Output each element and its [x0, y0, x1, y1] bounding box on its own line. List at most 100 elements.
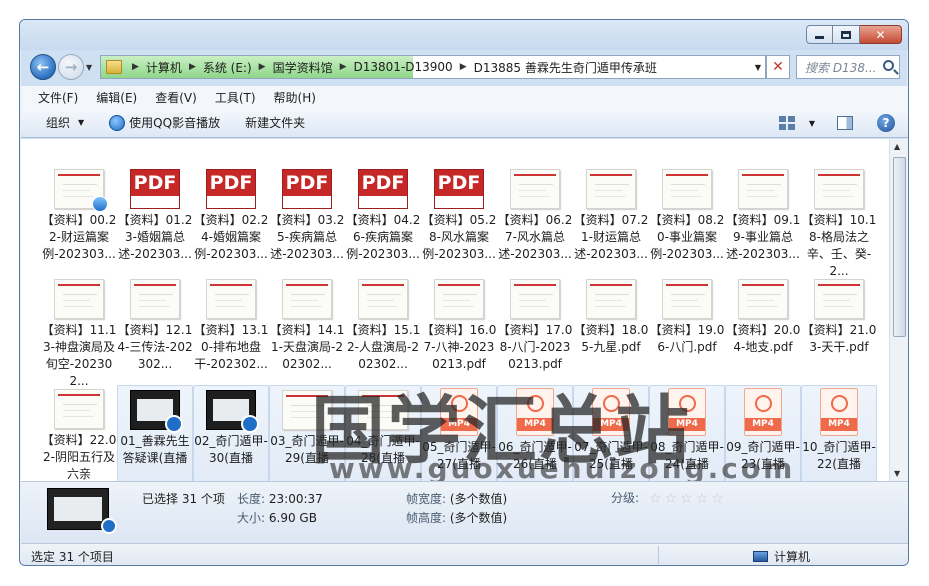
recent-pages-dropdown[interactable]: ▼: [86, 63, 92, 72]
search-icon[interactable]: [883, 60, 894, 71]
file-item[interactable]: PDF 【资料】05.28-风水篇案例-202303...: [421, 165, 497, 285]
stop-loading-button[interactable]: ✕: [766, 55, 790, 79]
file-item[interactable]: 【资料】18.05-九星.pdf: [573, 275, 649, 395]
file-item[interactable]: 【资料】15.12-人盘演局-202302...: [345, 275, 421, 395]
breadcrumb-library[interactable]: 国学资料馆: [273, 59, 333, 76]
close-button[interactable]: ✕: [860, 25, 902, 44]
document-thumbnail-icon: [282, 279, 332, 319]
status-selection: 选定 31 个项目: [31, 550, 114, 564]
chevron-right-icon[interactable]: ▶: [333, 62, 354, 72]
view-options-icon[interactable]: [778, 116, 795, 130]
minimize-button[interactable]: [806, 25, 833, 44]
chevron-right-icon[interactable]: ▶: [453, 62, 474, 72]
title-bar[interactable]: ✕: [20, 20, 908, 50]
menu-view[interactable]: 查看(V): [155, 89, 197, 106]
menu-tools[interactable]: 工具(T): [215, 89, 256, 106]
file-item[interactable]: 【资料】07.21-财运篇总述-202303...: [573, 165, 649, 285]
file-name: 【资料】07.21-财运篇总述-202303...: [573, 213, 649, 261]
menu-file[interactable]: 文件(F): [38, 89, 78, 106]
file-item[interactable]: PDF 【资料】04.26-疾病篇案例-202303...: [345, 165, 421, 285]
frame-height-value[interactable]: (多个数值): [450, 511, 507, 525]
file-item[interactable]: 04_奇门遁甲-28(直播: [345, 385, 421, 481]
maximize-button[interactable]: [833, 25, 860, 44]
organize-button[interactable]: 组织 ▼: [46, 114, 84, 131]
forward-button[interactable]: →: [58, 54, 84, 80]
new-folder-button[interactable]: 新建文件夹: [245, 114, 305, 131]
chevron-right-icon[interactable]: ▶: [252, 62, 273, 72]
file-item[interactable]: 【资料】19.06-八门.pdf: [649, 275, 725, 395]
star-icon[interactable]: ☆: [649, 491, 662, 507]
file-item[interactable]: 【资料】08.20-事业篇案例-202303...: [649, 165, 725, 285]
file-item[interactable]: MP4 07_奇门遁甲-25(直播: [573, 385, 649, 481]
document-thumbnail-icon: [510, 169, 560, 209]
frame-width-value[interactable]: (多个数值): [450, 492, 507, 506]
file-item[interactable]: 03_奇门遁甲-29(直播: [269, 385, 345, 481]
file-item[interactable]: PDF 【资料】01.23-婚姻篇总述-202303...: [117, 165, 193, 285]
file-item[interactable]: 【资料】17.08-八门-20230213.pdf: [497, 275, 573, 395]
file-item[interactable]: 【资料】12.14-三传法-202302...: [117, 275, 193, 395]
file-item[interactable]: 【资料】16.07-八神-20230213.pdf: [421, 275, 497, 395]
mp4-file-icon: MP4: [744, 388, 782, 436]
file-item[interactable]: MP4 06_奇门遁甲-26(直播: [497, 385, 573, 481]
file-name: 【资料】08.20-事业篇案例-202303...: [649, 213, 725, 261]
file-item[interactable]: 02_奇门遁甲-30(直播: [193, 385, 269, 481]
menu-help[interactable]: 帮助(H): [274, 89, 316, 106]
file-name: 【资料】06.27-风水篇总述-202303...: [497, 213, 573, 261]
file-item[interactable]: 【资料】11.13-神盘演局及旬空-202302...: [41, 275, 117, 395]
file-item[interactable]: 【资料】22.02-阴阳五行及六亲: [41, 385, 117, 481]
rating-stars[interactable]: ☆ ☆ ☆ ☆ ☆: [649, 491, 724, 507]
file-item[interactable]: 【资料】21.03-天干.pdf: [801, 275, 877, 395]
chevron-down-icon[interactable]: ▼: [809, 119, 815, 128]
file-item[interactable]: 【资料】10.18-格局法之辛、壬、癸-2...: [801, 165, 877, 285]
star-icon[interactable]: ☆: [664, 491, 677, 507]
document-thumbnail-icon: [130, 279, 180, 319]
preview-pane-icon[interactable]: [837, 116, 853, 130]
breadcrumb-range[interactable]: D13801-D13900: [354, 60, 453, 74]
search-placeholder: 搜索 D138...: [805, 60, 877, 75]
file-item[interactable]: PDF 【资料】02.24-婚姻篇案例-202303...: [193, 165, 269, 285]
file-item[interactable]: PDF 【资料】03.25-疾病篇总述-202303...: [269, 165, 345, 285]
qq-play-button[interactable]: 使用QQ影音播放: [109, 114, 220, 131]
file-name: 05_奇门遁甲-27(直播: [422, 440, 496, 471]
document-thumbnail-icon: [206, 279, 256, 319]
file-item[interactable]: 01_善霖先生答疑课(直播: [117, 385, 193, 481]
chevron-right-icon[interactable]: ▶: [125, 62, 146, 72]
file-item[interactable]: 【资料】14.11-天盘演局-202302...: [269, 275, 345, 395]
file-item[interactable]: 【资料】20.04-地支.pdf: [725, 275, 801, 395]
breadcrumb-computer[interactable]: 计算机: [146, 59, 182, 76]
star-icon[interactable]: ☆: [680, 491, 693, 507]
chevron-down-icon: ▼: [78, 118, 85, 127]
rating-key: 分级:: [611, 491, 640, 505]
document-thumbnail-icon: [282, 390, 332, 430]
star-icon[interactable]: ☆: [711, 491, 724, 507]
address-dropdown-icon[interactable]: ▼: [755, 63, 761, 72]
file-item[interactable]: MP4 05_奇门遁甲-27(直播: [421, 385, 497, 481]
file-item[interactable]: 【资料】09.19-事业篇总述-202303...: [725, 165, 801, 285]
file-list[interactable]: 【资料】00.22-财运篇案例-202303... PDF 【资料】01.23-婚姻…: [21, 139, 889, 481]
file-name: 【资料】16.07-八神-20230213.pdf: [421, 323, 497, 371]
help-icon[interactable]: ?: [877, 114, 895, 132]
file-item[interactable]: MP4 08_奇门遁甲-24(直播: [649, 385, 725, 481]
star-icon[interactable]: ☆: [696, 491, 709, 507]
back-button[interactable]: ←: [30, 54, 56, 80]
file-item[interactable]: 【资料】13.10-排布地盘干-202302...: [193, 275, 269, 395]
vertical-scrollbar[interactable]: ▲ ▼: [889, 139, 908, 481]
scroll-down-icon[interactable]: ▼: [894, 469, 900, 478]
scroll-up-icon[interactable]: ▲: [894, 142, 900, 151]
file-item[interactable]: MP4 09_奇门遁甲-23(直播: [725, 385, 801, 481]
duration-key: 长度:: [237, 492, 266, 506]
breadcrumb-current[interactable]: D13885 善霖先生奇门遁甲传承班: [474, 59, 657, 76]
document-thumbnail-icon: [358, 279, 408, 319]
chevron-right-icon[interactable]: ▶: [182, 62, 203, 72]
search-box[interactable]: 搜索 D138...: [796, 55, 900, 79]
document-thumbnail-icon: [434, 279, 484, 319]
file-item[interactable]: 【资料】06.27-风水篇总述-202303...: [497, 165, 573, 285]
command-bar: 组织 ▼ 使用QQ影音播放 新建文件夹 ▼ ?: [21, 108, 908, 138]
file-name: 【资料】14.11-天盘演局-202302...: [269, 323, 345, 371]
file-item[interactable]: 【资料】00.22-财运篇案例-202303...: [41, 165, 117, 285]
address-bar[interactable]: ▶ 计算机 ▶ 系统 (E:) ▶ 国学资料馆 ▶ D13801-D13900 …: [100, 55, 766, 79]
scroll-thumb[interactable]: [893, 157, 906, 337]
menu-edit[interactable]: 编辑(E): [96, 89, 137, 106]
file-item[interactable]: MP4 10_奇门遁甲-22(直播: [801, 385, 877, 481]
breadcrumb-drive[interactable]: 系统 (E:): [203, 59, 252, 76]
